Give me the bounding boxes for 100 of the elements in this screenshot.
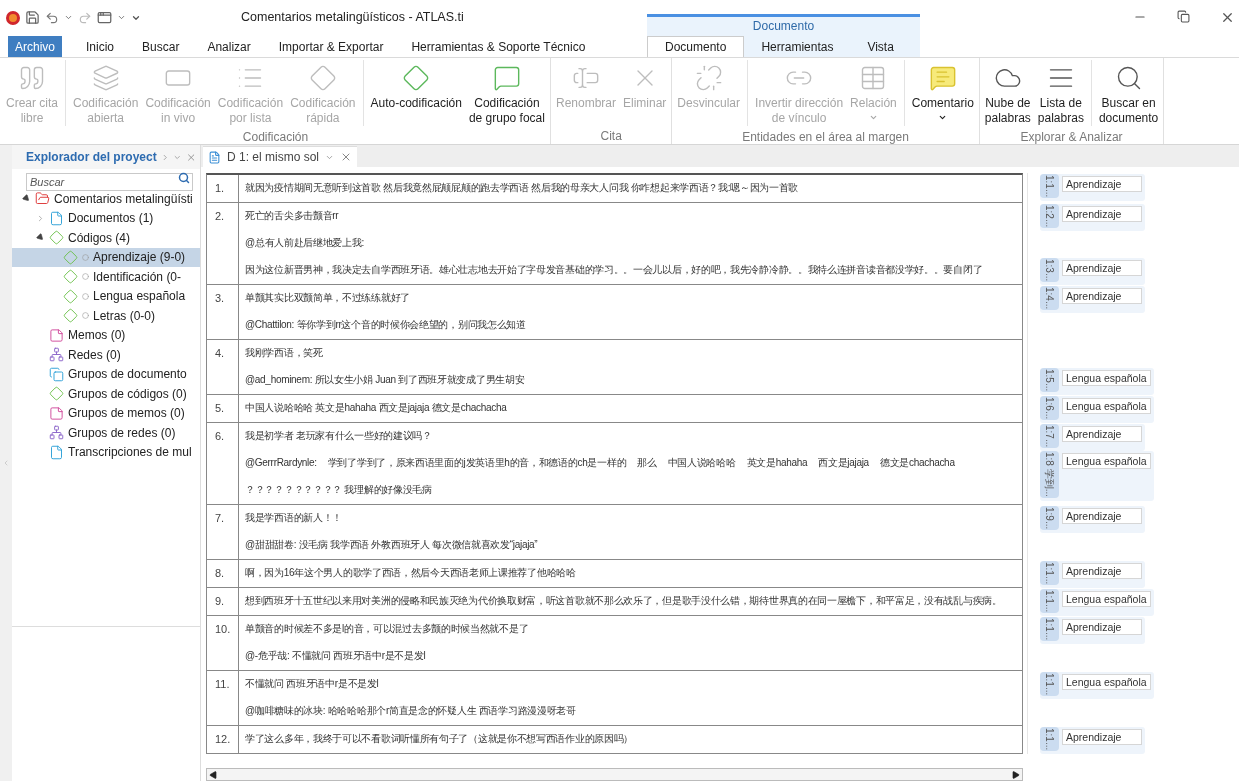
search-field[interactable]: Buscar bbox=[26, 173, 193, 191]
quotation-tag[interactable]: 1:7... Aprendizaje bbox=[1040, 424, 1145, 452]
undo-icon[interactable] bbox=[45, 10, 59, 25]
save-icon[interactable] bbox=[25, 10, 40, 26]
unlink-icon bbox=[694, 64, 723, 92]
circle-icon bbox=[82, 292, 89, 300]
tree-item[interactable]: Códigos (4) bbox=[12, 228, 200, 248]
comment-text: 西文是jajaja bbox=[818, 456, 869, 470]
tree-item[interactable]: Lengua española bbox=[12, 286, 200, 306]
comment-icon bbox=[928, 64, 957, 92]
tree-label: Grupos de documento bbox=[68, 366, 187, 384]
tree-item[interactable]: Aprendizaje (9-0) bbox=[12, 247, 200, 267]
tree-label: Grupos de memos (0) bbox=[68, 405, 185, 423]
comment-text: 中国人说哈哈哈 英文是hahaha 西文是jajaja 德文是chachacha bbox=[245, 401, 507, 415]
quotation-tag[interactable]: 1:8 学到... Lengua española bbox=[1040, 451, 1154, 501]
comment-text: 学了这么多年，我终于可以不看歌词听懂所有句子了（这就是你不想写西语作业的原因吗） bbox=[245, 732, 633, 746]
quotation-tag[interactable]: 1:1... Aprendizaje bbox=[1040, 561, 1145, 589]
diamond-icon bbox=[63, 249, 78, 265]
close-icon[interactable] bbox=[1220, 10, 1235, 25]
ribbon-button[interactable]: Codificación de grupo focal bbox=[465, 60, 548, 126]
menu-tab[interactable]: Vista bbox=[850, 36, 911, 57]
tree-item[interactable]: Grupos de memos (0) bbox=[12, 403, 200, 423]
quotation-tag[interactable]: 1:6... Lengua española bbox=[1040, 396, 1154, 424]
circle-icon bbox=[82, 273, 89, 281]
row-number: 8. bbox=[207, 560, 239, 587]
quotation-tag[interactable]: 1:1... Aprendizaje bbox=[1040, 617, 1145, 645]
comment-text: 那么 bbox=[637, 456, 657, 470]
restore-icon[interactable] bbox=[1177, 10, 1190, 23]
group-caption: Explorar & Analizar bbox=[1019, 129, 1124, 145]
menu-tab[interactable]: Buscar bbox=[128, 36, 194, 57]
quotation-tag[interactable]: 1:1... Aprendizaje bbox=[1040, 174, 1145, 202]
context-group-title: Documento bbox=[751, 18, 816, 35]
tree-item[interactable]: Transcripciones de mul bbox=[12, 442, 200, 462]
scroll-right-icon[interactable] bbox=[1012, 771, 1020, 779]
code-label: Aprendizaje bbox=[1062, 288, 1142, 304]
menu-tab[interactable]: Inicio bbox=[72, 36, 129, 57]
tree-item[interactable]: Letras (0-0) bbox=[12, 306, 200, 326]
code-label: Aprendizaje bbox=[1062, 729, 1142, 745]
circle-icon bbox=[82, 312, 89, 320]
network-icon bbox=[49, 347, 64, 363]
document-tab[interactable]: D 1: el mismo sol bbox=[203, 146, 358, 167]
quotation-tag[interactable]: 1:1... Lengua española bbox=[1040, 589, 1154, 617]
collapse-icon[interactable] bbox=[35, 232, 46, 243]
ribbon-button[interactable]: Auto-codificación bbox=[367, 60, 465, 111]
ribbon-button[interactable]: Buscar en documento bbox=[1095, 60, 1162, 126]
tree-label: Grupos de códigos (0) bbox=[68, 385, 187, 403]
menu-tab[interactable]: Archivo bbox=[8, 36, 62, 57]
tree-item[interactable]: Comentarios metalingüísti bbox=[12, 189, 200, 209]
tree-item[interactable]: Grupos de redes (0) bbox=[12, 423, 200, 443]
menu-tab[interactable]: Herramientas bbox=[744, 36, 851, 57]
menu-tab[interactable]: Herramientas & Soporte Técnico bbox=[397, 36, 600, 57]
tree-label: Identificación (0- bbox=[93, 268, 182, 286]
quotation-label: 1:1... bbox=[1040, 617, 1059, 642]
code-label: Aprendizaje bbox=[1062, 508, 1142, 524]
quotation-label: 1:1... bbox=[1040, 561, 1059, 586]
app-logo-icon[interactable] bbox=[6, 10, 20, 25]
ribbon-button[interactable]: Lista de palabras bbox=[1034, 60, 1087, 126]
quotation-tag[interactable]: 1:4... Aprendizaje bbox=[1040, 286, 1145, 314]
comment-text: 就因为疫情期间无意听到这首歌 然后我竟然屁颠屁颠的跑去学西语 然后我的母亲大人问我 你咋想起来学西语？我:嗯～因为一首歌 bbox=[245, 181, 799, 195]
quotation-tag[interactable]: 1:1... Aprendizaje bbox=[1040, 727, 1145, 755]
comment-text: 德文是chachacha bbox=[879, 456, 955, 470]
tree-item[interactable]: Grupos de documento bbox=[12, 364, 200, 384]
tree-item[interactable]: Grupos de códigos (0) bbox=[12, 384, 200, 404]
group-caption: Entidades en el área al margen bbox=[741, 129, 910, 145]
menu-tab[interactable]: Documento bbox=[647, 36, 745, 57]
tree-label: Redes (0) bbox=[68, 346, 121, 364]
ribbon-button[interactable]: Comentario bbox=[908, 60, 977, 122]
row-number: 2. bbox=[207, 203, 239, 284]
quotation-tag[interactable]: 1:3... Aprendizaje bbox=[1040, 258, 1145, 286]
quotation-label: 1:1... bbox=[1040, 589, 1059, 614]
quotation-tag[interactable]: 1:5... Lengua española bbox=[1040, 368, 1154, 396]
collapse-icon[interactable] bbox=[21, 193, 32, 204]
row-number: 1. bbox=[207, 175, 239, 202]
caret-icon bbox=[938, 113, 948, 122]
code-label: Lengua española bbox=[1062, 453, 1151, 469]
tree-label: Transcripciones de mul bbox=[68, 444, 192, 462]
tree-item[interactable]: Redes (0) bbox=[12, 345, 200, 365]
memo-icon bbox=[49, 327, 64, 343]
comment-text: 不懂就问 西班牙语中r是不是发l bbox=[245, 677, 379, 691]
scroll-left-icon[interactable] bbox=[209, 771, 217, 779]
comment-text: 因为这位新晋男神，我决定去自学西班牙语。雄心壮志地去开始了字母发音基础的学习。。一会儿以后，好的吧，我先冷静冷静。。我特么连拼音读音都没学好。。要自闭了 bbox=[245, 263, 983, 277]
window-icon[interactable] bbox=[97, 10, 112, 26]
quotation-tag[interactable]: 1:2... Aprendizaje bbox=[1040, 204, 1145, 232]
quotation-tag[interactable]: 1:9... Aprendizaje bbox=[1040, 506, 1145, 534]
tree-item[interactable]: Identificación (0- bbox=[12, 267, 200, 287]
search-icon[interactable] bbox=[178, 172, 190, 184]
horizontal-scrollbar[interactable] bbox=[206, 768, 1023, 781]
menu-tab[interactable]: Importar & Exportar bbox=[264, 36, 398, 57]
comment-text: 单颤音的时候差不多是l的音，可以混过去多颤的时候当然就不是了 bbox=[245, 622, 529, 636]
comment-text: 英文是hahaha bbox=[746, 456, 808, 470]
tree-label: Documentos (1) bbox=[68, 210, 154, 228]
document-icon bbox=[208, 150, 221, 164]
ribbon-button[interactable]: Nube de palabras bbox=[981, 60, 1034, 126]
comment-text: 单颤其实比双颤简单，不过练练就好了 bbox=[245, 291, 410, 305]
code-label: Aprendizaje bbox=[1062, 260, 1142, 276]
tree-item[interactable]: Memos (0) bbox=[12, 325, 200, 345]
tree-item[interactable]: Documentos (1) bbox=[12, 208, 200, 228]
comment-text: @-危乎哉: 不懂就问 西班牙语中r是不是发l bbox=[245, 649, 426, 663]
menu-tab[interactable]: Analizar bbox=[193, 36, 265, 57]
quotation-tag[interactable]: 1:1... Lengua española bbox=[1040, 672, 1154, 700]
